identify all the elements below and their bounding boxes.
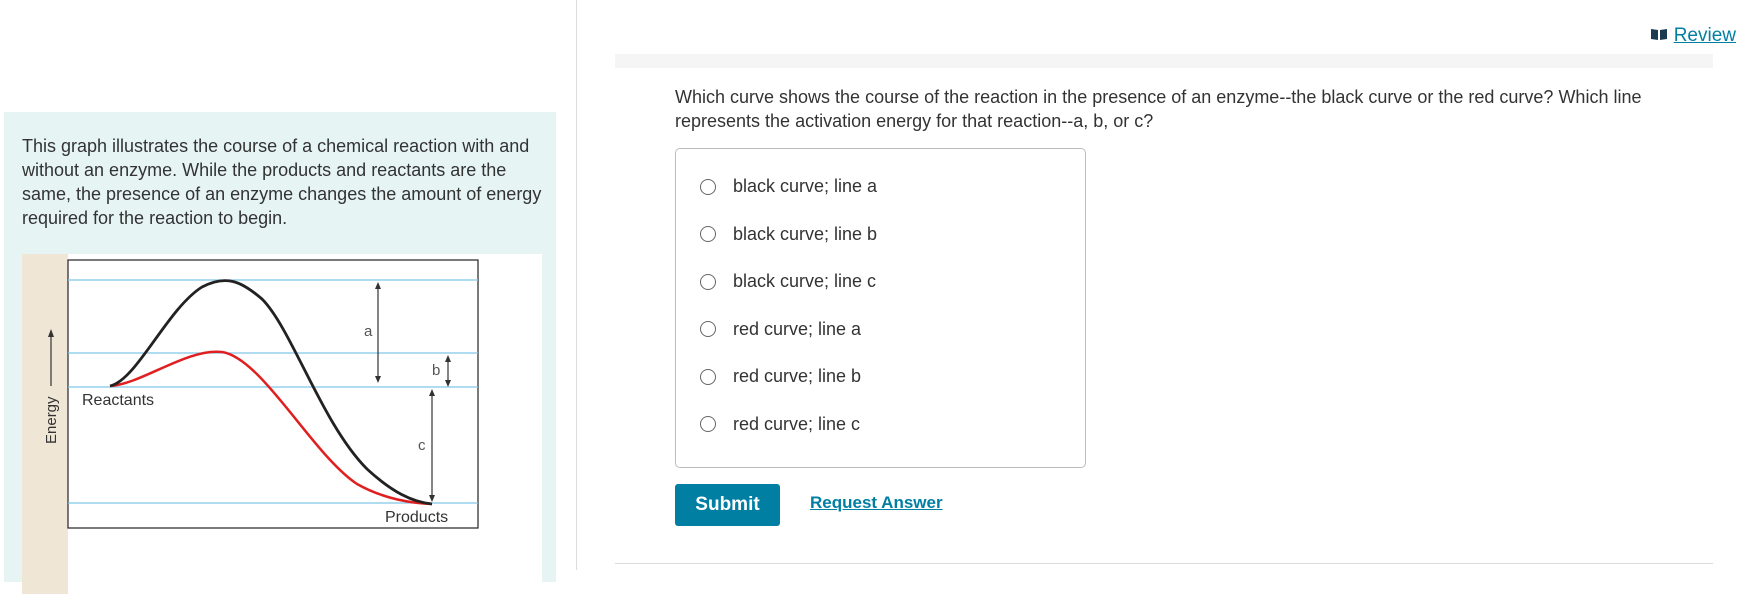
figure-info-box: This graph illustrates the course of a c… [4,112,556,594]
option-label: red curve; line a [733,318,862,339]
products-label: Products [385,509,448,526]
context-panel: This graph illustrates the course of a c… [0,0,577,594]
option-4[interactable]: red curve; line a [700,306,1085,354]
option-3[interactable]: black curve; line c [700,258,1085,306]
energy-axis-label: Energy [43,396,60,444]
option-label: red curve; line b [733,366,862,387]
review-label: Review [1673,25,1736,46]
bottom-divider [615,563,1713,564]
radio-button[interactable] [700,368,716,385]
option-label: black curve; line c [733,271,877,292]
option-6[interactable]: red curve; line c [700,401,1085,449]
answer-options: black curve; line a black curve; line b … [675,148,1086,468]
option-5[interactable]: red curve; line b [700,353,1085,401]
question-text: Which curve shows the course of the reac… [675,87,1642,131]
option-2[interactable]: black curve; line b [700,211,1085,259]
option-label: red curve; line c [733,413,861,434]
radio-button[interactable] [700,273,716,290]
option-label: black curve; line b [733,223,878,244]
submit-button[interactable]: Submit [675,484,780,526]
reactants-label: Reactants [82,392,154,409]
book-icon [1650,25,1668,47]
question-panel: Review Which curve shows the course of t… [577,0,1751,570]
review-link[interactable]: Review [1650,25,1736,47]
request-answer-link[interactable]: Request Answer [810,493,943,513]
radio-button[interactable] [700,321,716,338]
line-b-label: b [432,362,440,379]
radio-button[interactable] [700,226,716,243]
energy-diagram-svg: Energy a b c Reactants Products [22,254,479,594]
option-1[interactable]: black curve; line a [700,163,1085,211]
energy-diagram: Energy a b c Reactants Products [22,254,542,594]
progress-strip [615,54,1713,68]
line-a-label: a [364,323,373,340]
figure-description: This graph illustrates the course of a c… [22,136,542,228]
option-label: black curve; line a [733,176,878,197]
line-c-label: c [418,437,426,454]
radio-button[interactable] [700,178,716,195]
radio-button[interactable] [700,416,716,433]
